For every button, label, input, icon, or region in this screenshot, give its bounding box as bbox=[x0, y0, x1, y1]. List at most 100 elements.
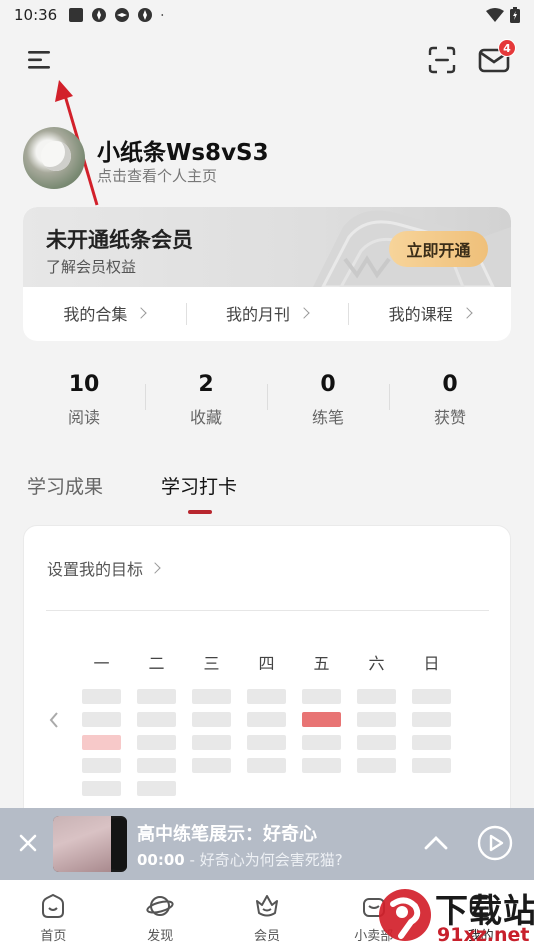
scan-icon[interactable] bbox=[427, 45, 457, 75]
nav-mine[interactable]: 我的 bbox=[427, 880, 534, 950]
close-icon[interactable] bbox=[17, 832, 39, 854]
checkin-day-cell bbox=[247, 712, 286, 727]
status-bar: 10:36 bbox=[0, 0, 534, 30]
stats-row: 10 阅读 2 收藏 0 练笔 0 获赞 bbox=[23, 370, 511, 430]
chevron-left-icon[interactable] bbox=[46, 710, 62, 730]
profile-header[interactable]: 小纸条Ws8vS3 点击查看个人主页 bbox=[23, 127, 503, 193]
nav-label: 首页 bbox=[40, 929, 67, 944]
vip-card: 未开通纸条会员 了解会员权益 立即开通 我的合集 我的月刊 我的课程 bbox=[23, 207, 511, 341]
vip-title: 未开通纸条会员 bbox=[46, 228, 193, 252]
avatar[interactable] bbox=[23, 127, 85, 189]
weekday-header: 一 二 三 四 五 六 日 bbox=[82, 650, 467, 674]
top-bar: 4 bbox=[0, 39, 534, 80]
profile-link-text[interactable]: 点击查看个人主页 bbox=[97, 165, 217, 186]
vip-banner[interactable]: 未开通纸条会员 了解会员权益 立即开通 bbox=[23, 207, 511, 287]
checkin-day-cell bbox=[357, 712, 396, 727]
checkin-day-cell bbox=[137, 758, 176, 773]
stat-label: 练笔 bbox=[311, 408, 344, 427]
weekday-label: 五 bbox=[313, 654, 330, 673]
tab-learning-results[interactable]: 学习成果 bbox=[27, 472, 103, 499]
checkin-day-cell bbox=[412, 758, 451, 773]
checkin-day-cell bbox=[82, 689, 121, 704]
weekday-label: 二 bbox=[148, 654, 165, 673]
mini-player[interactable]: 高中练笔展示：好奇心 00:00 - 好奇心为何会害死猫? bbox=[0, 808, 534, 880]
checkin-day-cell bbox=[357, 758, 396, 773]
stat-value: 10 bbox=[68, 372, 100, 397]
checkin-day-cell bbox=[302, 735, 341, 750]
vip-links: 我的合集 我的月刊 我的课程 bbox=[23, 295, 511, 331]
chevron-up-icon[interactable] bbox=[423, 833, 449, 853]
nav-label: 我的 bbox=[467, 929, 494, 944]
my-monthly-link[interactable]: 我的月刊 bbox=[185, 295, 349, 331]
weekday-label: 六 bbox=[368, 654, 385, 673]
checkin-day-cell bbox=[82, 712, 121, 727]
stat-label: 阅读 bbox=[67, 408, 100, 427]
active-tab-indicator bbox=[188, 510, 212, 514]
link-label: 我的合集 bbox=[63, 305, 128, 324]
checkin-day-cell bbox=[302, 758, 341, 773]
menu-icon[interactable] bbox=[26, 48, 54, 72]
checkin-card: 设置我的目标 一 二 三 四 五 六 日 bbox=[23, 525, 511, 825]
checkin-day-cell bbox=[192, 735, 231, 750]
app-icon bbox=[138, 8, 153, 22]
checkin-day-cell bbox=[192, 758, 231, 773]
app-icon bbox=[92, 8, 107, 22]
weekday-label: 日 bbox=[423, 654, 440, 673]
tab-bar: 学习成果 学习打卡 bbox=[27, 472, 507, 516]
weekday-label: 一 bbox=[93, 654, 110, 673]
my-courses-link[interactable]: 我的课程 bbox=[348, 295, 511, 331]
nav-vip[interactable]: 会员 bbox=[214, 880, 321, 950]
nav-label: 发现 bbox=[147, 929, 174, 944]
activate-vip-button[interactable]: 立即开通 bbox=[389, 231, 488, 267]
stat-value: 2 bbox=[198, 372, 214, 397]
checkin-day-cell bbox=[82, 758, 121, 773]
checkin-day-cell bbox=[247, 735, 286, 750]
stat-label: 获赞 bbox=[433, 408, 466, 427]
home-icon bbox=[42, 893, 65, 918]
checkin-day-cell bbox=[412, 735, 451, 750]
checkin-day-cell bbox=[357, 689, 396, 704]
nav-home[interactable]: 首页 bbox=[0, 880, 107, 950]
track-subtitle: 00:00 - 好奇心为何会害死猫? bbox=[137, 849, 343, 870]
bottom-nav: 首页 发现 会员 小卖部 我的 bbox=[0, 880, 534, 950]
chevron-right-icon bbox=[135, 307, 148, 319]
weekday-label: 三 bbox=[203, 654, 220, 673]
tab-study-checkin[interactable]: 学习打卡 bbox=[161, 472, 237, 499]
status-time: 10:36 bbox=[14, 6, 58, 24]
play-icon[interactable] bbox=[477, 825, 513, 861]
nav-shop[interactable]: 小卖部 bbox=[320, 880, 427, 950]
checkin-day-cell bbox=[412, 689, 451, 704]
stat-likes[interactable]: 0 获赞 bbox=[389, 370, 511, 430]
stat-value: 0 bbox=[442, 372, 458, 397]
checkin-day-cell bbox=[192, 712, 231, 727]
checkin-day-cell bbox=[412, 712, 451, 727]
stat-favorites[interactable]: 2 收藏 bbox=[145, 370, 267, 430]
divider bbox=[46, 610, 489, 611]
checkin-day-cell bbox=[192, 689, 231, 704]
stat-writing[interactable]: 0 练笔 bbox=[267, 370, 389, 430]
set-goal-label: 设置我的目标 bbox=[47, 560, 144, 579]
shop-icon bbox=[362, 898, 385, 917]
checkin-day-cell bbox=[137, 712, 176, 727]
track-time: 00:00 bbox=[137, 851, 185, 869]
wifi-icon bbox=[486, 8, 504, 22]
nav-label: 会员 bbox=[253, 929, 280, 944]
username: 小纸条Ws8vS3 bbox=[97, 140, 269, 166]
link-label: 我的月刊 bbox=[226, 305, 291, 324]
set-goal-link[interactable]: 设置我的目标 bbox=[47, 556, 161, 580]
chevron-right-icon bbox=[461, 307, 473, 319]
my-collection-link[interactable]: 我的合集 bbox=[23, 295, 186, 331]
track-description: - 好奇心为何会害死猫? bbox=[184, 851, 343, 869]
profile-icon bbox=[469, 894, 492, 918]
chevron-right-icon bbox=[298, 307, 310, 319]
stat-label: 收藏 bbox=[189, 408, 222, 427]
nav-discover[interactable]: 发现 bbox=[107, 880, 214, 950]
notification-square-icon bbox=[69, 8, 84, 22]
checkin-day-cell bbox=[302, 689, 341, 704]
mail-button[interactable]: 4 bbox=[478, 39, 516, 75]
stat-reads[interactable]: 10 阅读 bbox=[23, 370, 145, 430]
weekday-label: 四 bbox=[258, 654, 275, 673]
app-icon bbox=[115, 8, 130, 22]
checkin-day-cell bbox=[247, 758, 286, 773]
album-cover[interactable] bbox=[53, 816, 127, 872]
